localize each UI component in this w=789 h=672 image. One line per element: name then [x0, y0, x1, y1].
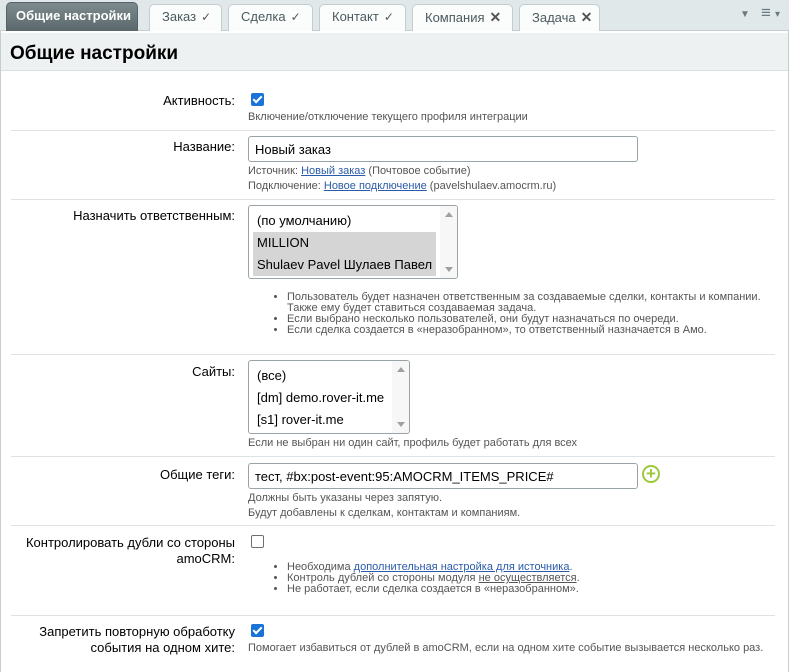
connection-prefix: Подключение: — [248, 180, 324, 192]
connection-suffix: (pavelshulaev.amocrm.ru) — [426, 180, 557, 192]
scroll-up-icon[interactable] — [397, 367, 405, 372]
site-option[interactable]: [dm] demo.rover-it.me — [253, 387, 384, 409]
note-item: Если сделка создается в «неразобранном»,… — [287, 325, 769, 336]
activity-hint: Включение/отключение текущего профиля ин… — [248, 111, 528, 123]
settings-panel: Общие настройки Активность: Включение/от… — [0, 31, 789, 672]
chevron-down-icon[interactable]: ▼ — [740, 9, 750, 20]
check-icon: ✓ — [383, 10, 394, 24]
tab-contact[interactable]: Контакт ✓ — [319, 4, 406, 31]
tab-label: Контакт — [332, 9, 379, 24]
site-option[interactable]: [s1] rover-it.me — [253, 409, 344, 431]
divider — [11, 615, 775, 616]
divider — [11, 525, 775, 526]
sites-label: Сайты: — [192, 364, 235, 379]
tags-label: Общие теги: — [159, 467, 235, 482]
tab-label: Заказ — [162, 9, 197, 24]
page-heading: Общие настройки — [1, 33, 788, 71]
repeat-checkbox[interactable] — [251, 624, 264, 637]
check-icon: ✓ — [201, 10, 212, 24]
scrollbar[interactable] — [392, 361, 409, 433]
tags-hint: Будут добавлены к сделкам, контактам и к… — [248, 507, 521, 519]
responsible-select[interactable]: (по умолчанию) MILLION Shulaev Pavel Шул… — [248, 205, 458, 279]
tab-company[interactable]: Компания ✕ — [412, 4, 513, 31]
tab-general-settings[interactable]: Общие настройки — [6, 2, 138, 31]
source-line: Источник: Новый заказ (Почтовое событие) — [248, 165, 471, 178]
label-line: Контролировать дубли со стороны — [25, 535, 235, 550]
repeat-hint: Помогает избавиться от дублей в amoCRM, … — [248, 642, 764, 654]
check-icon: ✓ — [290, 10, 301, 24]
responsible-label: Назначить ответственным: — [73, 208, 235, 223]
source-link[interactable]: Новый заказ — [301, 165, 365, 177]
note-item: Пользователь будет назначен ответственны… — [287, 292, 769, 314]
label-line: Запретить повторную обработку — [39, 624, 235, 639]
divider — [11, 456, 775, 457]
sites-select[interactable]: (все) [dm] demo.rover-it.me [s1] rover-i… — [248, 360, 410, 434]
name-input[interactable] — [248, 136, 638, 162]
tab-order[interactable]: Заказ ✓ — [149, 4, 222, 31]
duplicates-checkbox[interactable] — [251, 535, 264, 548]
label-line: amoCRM: — [176, 551, 235, 566]
scroll-down-icon[interactable] — [445, 267, 453, 272]
connection-line: Подключение: Новое подключение (pavelshu… — [248, 180, 556, 193]
duplicates-label: Контролировать дубли со стороны amoCRM: — [26, 535, 235, 567]
scroll-down-icon[interactable] — [397, 422, 405, 427]
tab-label: Общие настройки — [16, 8, 131, 23]
menu-caret-icon[interactable]: ▾ — [775, 9, 780, 20]
sites-hint: Если не выбран ни один сайт, профиль буд… — [248, 437, 578, 449]
responsible-option[interactable]: Shulaev Pavel Шулаев Павел — [253, 254, 436, 276]
divider — [11, 354, 775, 355]
cross-icon: ✕ — [489, 9, 502, 25]
source-prefix: Источник: — [248, 165, 302, 177]
responsible-option[interactable]: MILLION — [253, 232, 436, 254]
divider — [11, 130, 775, 131]
name-label: Название: — [173, 139, 235, 154]
menu-icon[interactable]: ≡ — [761, 3, 771, 23]
responsible-notes: Пользователь будет назначен ответственны… — [249, 292, 769, 336]
tags-input[interactable] — [248, 463, 638, 489]
tags-hint: Должны быть указаны через запятую. — [248, 492, 443, 504]
connection-link[interactable]: Новое подключение — [324, 180, 427, 192]
tab-task[interactable]: Задача ✕ — [519, 4, 600, 31]
divider — [11, 199, 775, 200]
responsible-option[interactable]: (по умолчанию) — [253, 210, 436, 232]
label-line: события на одном хите: — [90, 640, 235, 655]
add-tag-icon[interactable]: + — [642, 465, 660, 483]
activity-checkbox[interactable] — [251, 93, 264, 106]
cross-icon: ✕ — [580, 9, 593, 25]
tab-bar: Общие настройки Заказ ✓ Сделка ✓ Контакт ✓ … — [0, 0, 789, 31]
scrollbar[interactable] — [440, 206, 457, 278]
repeat-label: Запретить повторную обработку события на… — [39, 624, 235, 656]
tab-label: Компания — [425, 10, 485, 25]
tab-label: Сделка — [241, 9, 286, 24]
tab-deal[interactable]: Сделка ✓ — [228, 4, 313, 31]
scroll-up-icon[interactable] — [445, 212, 453, 217]
site-option[interactable]: (все) — [253, 365, 286, 387]
note-item: Не работает, если сделка создается в «не… — [287, 584, 580, 595]
duplicates-notes: Необходима дополнительная настройка для … — [249, 562, 580, 595]
source-suffix: (Почтовое событие) — [365, 165, 471, 177]
activity-label: Активность: — [163, 93, 235, 108]
tab-label: Задача — [532, 10, 576, 25]
page-title: Общие настройки — [10, 43, 179, 64]
